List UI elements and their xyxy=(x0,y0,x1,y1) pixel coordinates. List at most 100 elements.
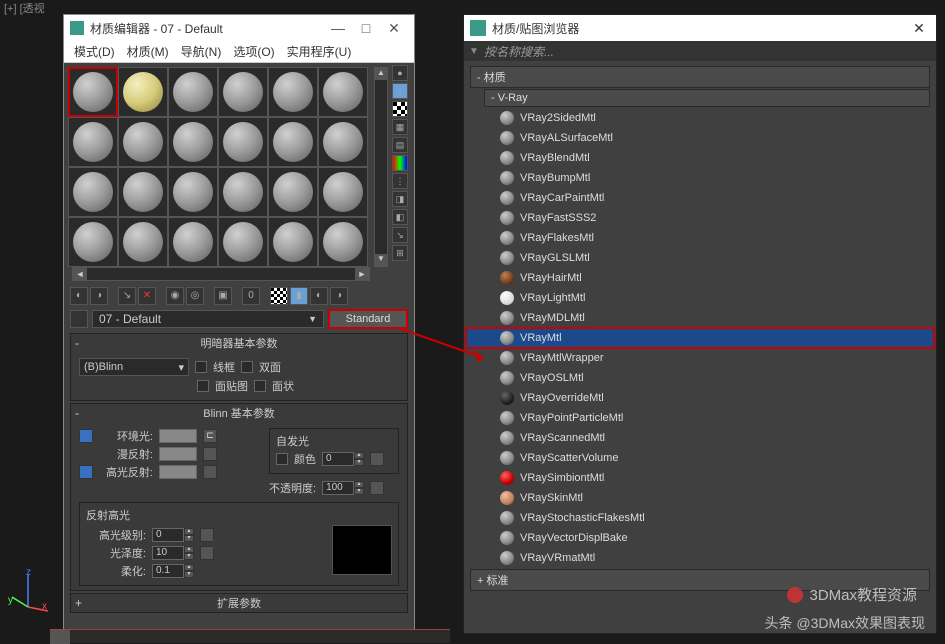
sample-slot-9[interactable] xyxy=(218,117,268,167)
material-item-vraypointparticlemtl[interactable]: VRayPointParticleMtl xyxy=(466,408,934,428)
map-button[interactable] xyxy=(370,481,384,495)
make-unique-icon[interactable]: ◎ xyxy=(186,287,204,305)
material-item-vrayvrmatmtl[interactable]: VRayVRmatMtl xyxy=(466,548,934,568)
put-to-lib-icon[interactable]: ▣ xyxy=(214,287,232,305)
tool-icon-2[interactable]: ⊞ xyxy=(392,245,408,261)
go-parent-icon[interactable]: ◐ xyxy=(310,287,328,305)
map-button[interactable] xyxy=(200,528,214,542)
sample-slot-15[interactable] xyxy=(218,167,268,217)
pick-material-icon[interactable] xyxy=(70,310,88,328)
spec-level-value[interactable]: 0 xyxy=(152,528,184,542)
sample-slot-13[interactable] xyxy=(118,167,168,217)
sample-slot-20[interactable] xyxy=(168,217,218,267)
backlight-icon[interactable]: ○ xyxy=(392,83,408,99)
sample-uv-icon[interactable]: ▦ xyxy=(392,119,408,135)
material-item-vraymtl[interactable]: VRayMtl xyxy=(466,328,934,348)
sample-slot-12[interactable] xyxy=(68,167,118,217)
gloss-value[interactable]: 10 xyxy=(152,546,184,560)
mat-map-nav-icon[interactable]: ◧ xyxy=(392,209,408,225)
background-icon[interactable] xyxy=(392,101,408,117)
material-item-vrayskinmtl[interactable]: VRaySkinMtl xyxy=(466,488,934,508)
material-item-vrayoverridemtl[interactable]: VRayOverrideMtl xyxy=(466,388,934,408)
video-check-icon[interactable]: ▤ xyxy=(392,137,408,153)
menu-material[interactable]: 材质(M) xyxy=(127,43,169,60)
sample-slot-1[interactable] xyxy=(118,67,168,117)
material-item-vraymtlwrapper[interactable]: VRayMtlWrapper xyxy=(466,348,934,368)
search-input[interactable]: 按名称搜索... xyxy=(484,43,936,60)
sample-slot-14[interactable] xyxy=(168,167,218,217)
facemap-checkbox[interactable] xyxy=(197,380,209,392)
show-in-vp-icon[interactable] xyxy=(270,287,288,305)
mat-editor-titlebar[interactable]: 材质编辑器 - 07 - Default — □ ✕ xyxy=(64,15,414,41)
material-name-dropdown[interactable]: 07 - Default ▼ xyxy=(92,310,324,328)
go-forward-icon[interactable]: ◑ xyxy=(330,287,348,305)
sample-slot-19[interactable] xyxy=(118,217,168,267)
material-item-vraylightmtl[interactable]: VRayLightMtl xyxy=(466,288,934,308)
sample-slot-0[interactable] xyxy=(68,67,118,117)
diffuse-swatch[interactable] xyxy=(159,447,197,461)
sample-slot-23[interactable] xyxy=(318,217,368,267)
material-item-vraycarpaintmtl[interactable]: VRayCarPaintMtl xyxy=(466,188,934,208)
material-item-vraysimbiontmtl[interactable]: VRaySimbiontMtl xyxy=(466,468,934,488)
rollout-toggle[interactable]: - xyxy=(75,336,79,350)
soften-spinner[interactable]: 0.1 ▴▾ xyxy=(152,564,194,578)
material-item-vrayblendmtl[interactable]: VRayBlendMtl xyxy=(466,148,934,168)
minimize-button[interactable]: — xyxy=(324,20,352,36)
opacity-spinner[interactable]: 100 ▴▾ xyxy=(322,481,364,495)
specular-swatch[interactable] xyxy=(159,465,197,479)
sample-slot-8[interactable] xyxy=(168,117,218,167)
self-illum-color-checkbox[interactable] xyxy=(276,453,288,465)
specular-lock-icon[interactable] xyxy=(79,465,93,479)
sample-slot-17[interactable] xyxy=(318,167,368,217)
sample-slot-2[interactable] xyxy=(168,67,218,117)
material-item-vrayvectordisplbake[interactable]: VRayVectorDisplBake xyxy=(466,528,934,548)
sample-slot-10[interactable] xyxy=(268,117,318,167)
material-item-vrayglslmtl[interactable]: VRayGLSLMtl xyxy=(466,248,934,268)
assign-icon[interactable]: ↘ xyxy=(118,287,136,305)
maximize-button[interactable]: □ xyxy=(352,20,380,36)
two-sided-checkbox[interactable] xyxy=(241,361,253,373)
opacity-value[interactable]: 100 xyxy=(322,481,354,495)
reset-icon[interactable]: ✕ xyxy=(138,287,156,305)
category-vray[interactable]: - V-Ray xyxy=(484,89,930,107)
sample-hscroll[interactable]: ◄► xyxy=(72,267,370,281)
menu-nav[interactable]: 导航(N) xyxy=(181,43,222,60)
search-options-icon[interactable]: ▼ xyxy=(464,46,484,57)
preview-icon[interactable] xyxy=(392,155,408,171)
sample-slot-7[interactable] xyxy=(118,117,168,167)
material-type-button[interactable]: Standard xyxy=(328,309,408,329)
rollout-toggle[interactable]: - xyxy=(75,406,79,420)
menu-util[interactable]: 实用程序(U) xyxy=(287,43,352,60)
material-item-vraybumpmtl[interactable]: VRayBumpMtl xyxy=(466,168,934,188)
timeline-bar[interactable] xyxy=(50,629,450,643)
sample-slot-18[interactable] xyxy=(68,217,118,267)
map-button[interactable] xyxy=(203,447,217,461)
soften-value[interactable]: 0.1 xyxy=(152,564,184,578)
sample-slot-11[interactable] xyxy=(318,117,368,167)
self-illum-value[interactable]: 0 xyxy=(322,452,354,466)
material-item-vrayflakesmtl[interactable]: VRayFlakesMtl xyxy=(466,228,934,248)
menu-options[interactable]: 选项(O) xyxy=(233,43,274,60)
sample-slot-22[interactable] xyxy=(268,217,318,267)
map-button[interactable] xyxy=(203,465,217,479)
mat-id-icon[interactable]: 0 xyxy=(242,287,260,305)
category-materials[interactable]: - 材质 xyxy=(470,66,930,88)
sample-slot-3[interactable] xyxy=(218,67,268,117)
browser-titlebar[interactable]: 材质/贴图浏览器 ✕ xyxy=(464,15,936,41)
options-icon[interactable]: ⋮ xyxy=(392,173,408,189)
sample-slot-16[interactable] xyxy=(268,167,318,217)
material-item-vrayscattervolume[interactable]: VRayScatterVolume xyxy=(466,448,934,468)
ambient-lock-icon[interactable] xyxy=(79,429,93,443)
sample-slot-21[interactable] xyxy=(218,217,268,267)
lock-icon[interactable]: ⊏ xyxy=(203,429,217,443)
get-material-icon[interactable]: ◐ xyxy=(70,287,88,305)
wireframe-checkbox[interactable] xyxy=(195,361,207,373)
shader-dropdown[interactable]: (B)Blinn ▾ xyxy=(79,358,189,376)
faceted-checkbox[interactable] xyxy=(254,380,266,392)
map-button[interactable] xyxy=(370,452,384,466)
material-item-vrayscannedmtl[interactable]: VRayScannedMtl xyxy=(466,428,934,448)
ambient-swatch[interactable] xyxy=(159,429,197,443)
show-end-result-icon[interactable]: ▮ xyxy=(290,287,308,305)
material-item-vrayhairmtl[interactable]: VRayHairMtl xyxy=(466,268,934,288)
close-button[interactable]: ✕ xyxy=(908,20,930,37)
